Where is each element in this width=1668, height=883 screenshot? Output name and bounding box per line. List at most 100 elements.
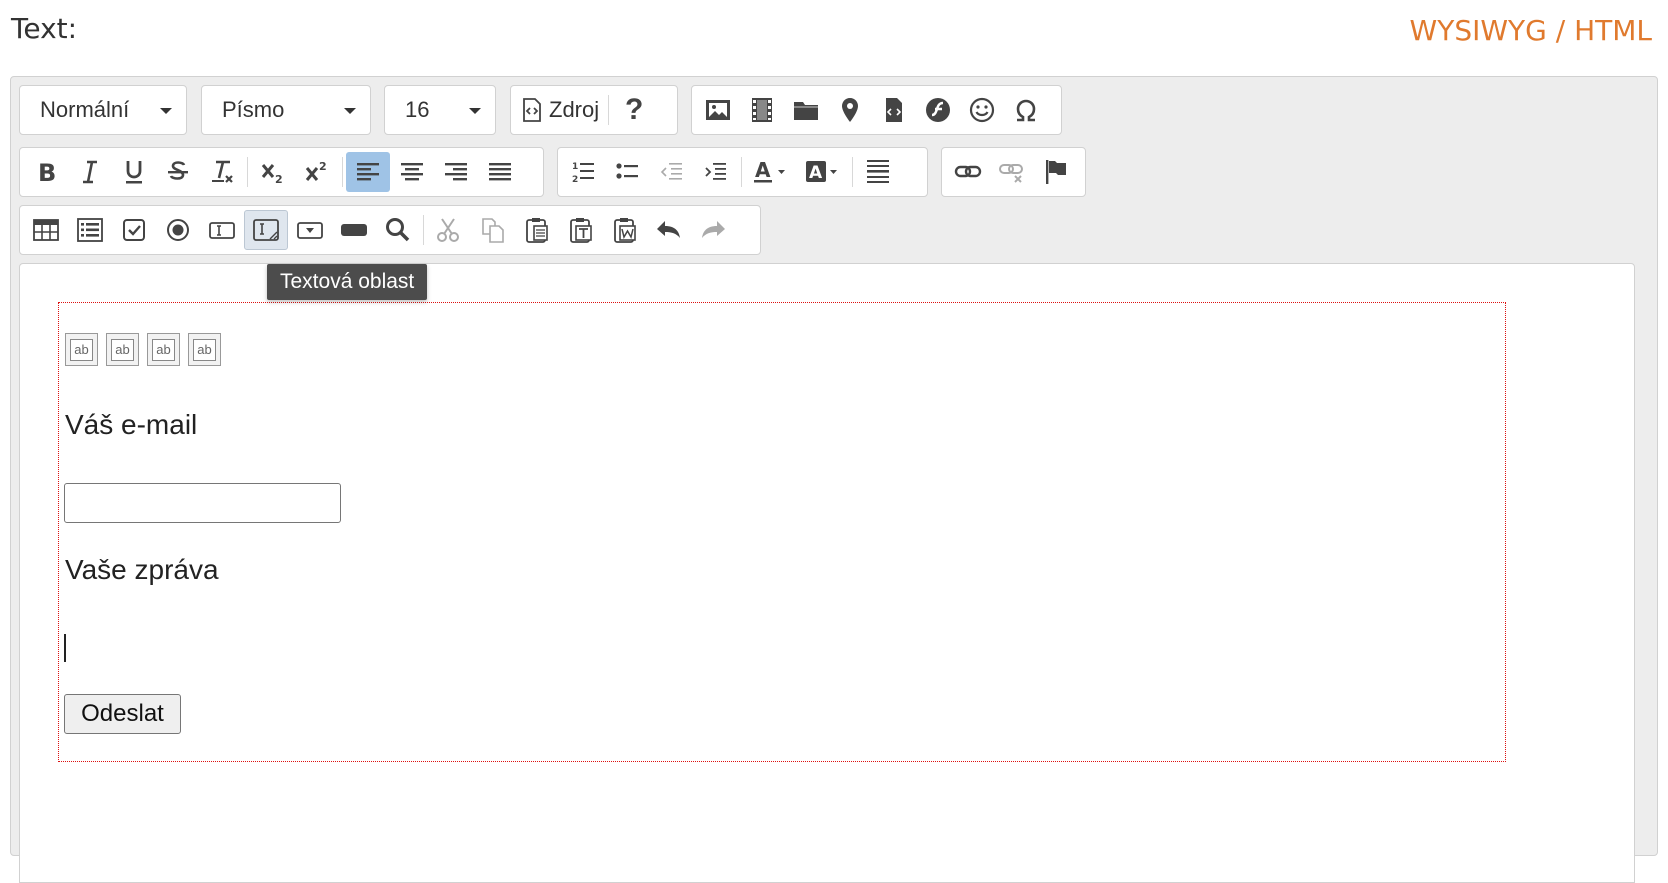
italic-button[interactable] (68, 152, 112, 192)
help-icon: ? (624, 93, 644, 126)
svg-text:A: A (809, 163, 823, 183)
strikethrough-button[interactable] (156, 152, 200, 192)
submit-button[interactable]: Odeslat (64, 694, 181, 734)
toolbar-group-forms (19, 205, 761, 255)
message-label: Vaše zpráva (65, 554, 219, 585)
indent-button[interactable] (694, 152, 738, 192)
undo-button[interactable] (647, 210, 691, 250)
toolbar-group-insert (691, 85, 1062, 135)
help-button[interactable]: ? (612, 90, 656, 130)
clipboard-word-icon (614, 218, 636, 243)
radio-icon (167, 219, 189, 241)
hidden-field-label: ab (193, 338, 216, 361)
bulleted-list-button[interactable] (606, 152, 650, 192)
paste-button[interactable] (515, 210, 559, 250)
superscript-icon: 2 (305, 160, 327, 181)
flash-icon (926, 98, 950, 122)
source-icon (523, 98, 541, 122)
bold-button[interactable]: B (24, 152, 68, 192)
indent-icon (705, 163, 726, 180)
anchor-button[interactable] (1034, 152, 1078, 192)
text-field-button[interactable] (200, 210, 244, 250)
folder-button[interactable] (784, 90, 828, 130)
paste-text-button[interactable] (559, 210, 603, 250)
hidden-field-label: ab (111, 338, 134, 361)
toolbar-separator (247, 157, 248, 187)
form-placeholder[interactable]: ab ab ab ab Váš e-mail Vaše zpráva Odesl… (58, 302, 1506, 762)
strikethrough-icon (168, 161, 188, 180)
text-field-icon (209, 222, 235, 239)
copy-button[interactable] (471, 210, 515, 250)
background-color-button[interactable]: A (797, 152, 849, 192)
hidden-field-icon[interactable]: ab (65, 333, 98, 366)
text-color-button[interactable]: A (745, 152, 797, 192)
field-label: Text: (11, 12, 78, 45)
unlink-button[interactable] (990, 152, 1034, 192)
toolbar-separator (852, 157, 853, 187)
outdent-icon (660, 163, 682, 180)
text-cursor (64, 634, 66, 662)
svg-text:B: B (38, 159, 56, 186)
table-button[interactable] (24, 210, 68, 250)
source-label: Zdroj (549, 97, 600, 122)
button-icon (341, 224, 367, 236)
underline-button[interactable] (112, 152, 156, 192)
hidden-field-label: ab (70, 338, 93, 361)
svg-text:2: 2 (319, 160, 327, 173)
textarea-button[interactable] (244, 210, 288, 250)
redo-button[interactable] (691, 210, 735, 250)
checkbox-button[interactable] (112, 210, 156, 250)
map-button[interactable] (828, 90, 872, 130)
background-color-icon: A (806, 161, 837, 183)
flash-button[interactable] (916, 90, 960, 130)
toolbar-group-source: Zdroj ? (510, 85, 678, 135)
smiley-button[interactable] (960, 90, 1004, 130)
email-field[interactable] (64, 483, 341, 523)
toolbar-group-links (941, 147, 1086, 197)
copy-icon (482, 218, 504, 243)
embed-button[interactable] (872, 90, 916, 130)
svg-text:2: 2 (275, 173, 283, 186)
align-justify-button[interactable] (478, 152, 522, 192)
folder-icon (794, 102, 818, 120)
hidden-field-icon[interactable]: ab (188, 333, 221, 366)
redo-icon (702, 221, 725, 238)
special-char-button[interactable] (1004, 90, 1048, 130)
image-button[interactable] (696, 90, 740, 130)
hidden-field-icon[interactable]: ab (106, 333, 139, 366)
radio-button[interactable] (156, 210, 200, 250)
align-center-button[interactable] (390, 152, 434, 192)
size-combo[interactable]: 16 (384, 85, 496, 135)
cut-button[interactable] (427, 210, 471, 250)
link-button[interactable] (946, 152, 990, 192)
font-combo-value: Písmo (222, 97, 285, 122)
subscript-button[interactable]: 2 (251, 152, 295, 192)
align-center-icon (401, 163, 423, 181)
source-button[interactable]: Zdroj (515, 97, 605, 123)
horizontal-line-icon (867, 160, 889, 183)
wysiwyg-html-toggle[interactable]: WYSIWYG / HTML (1410, 14, 1652, 47)
paste-word-button[interactable] (603, 210, 647, 250)
email-label: Váš e-mail (65, 409, 198, 440)
remove-format-button[interactable] (200, 152, 244, 192)
select-button[interactable] (288, 210, 332, 250)
numbered-list-button[interactable]: 12 (562, 152, 606, 192)
hidden-field-icon[interactable]: ab (147, 333, 180, 366)
checkbox-icon (123, 219, 145, 241)
chevron-down-icon (344, 108, 356, 114)
align-right-button[interactable] (434, 152, 478, 192)
video-button[interactable] (740, 90, 784, 130)
find-button[interactable] (376, 210, 420, 250)
horizontal-line-button[interactable] (856, 152, 900, 192)
editor-content[interactable]: ab ab ab ab Váš e-mail Vaše zpráva Odesl… (19, 263, 1635, 883)
film-icon (752, 98, 772, 122)
clipboard-icon (526, 218, 548, 243)
format-combo[interactable]: Normální (19, 85, 187, 135)
align-left-button[interactable] (346, 152, 390, 192)
font-combo[interactable]: Písmo (201, 85, 371, 135)
button-insert-button[interactable] (332, 210, 376, 250)
form-button[interactable] (68, 210, 112, 250)
superscript-button[interactable]: 2 (295, 152, 339, 192)
outdent-button[interactable] (650, 152, 694, 192)
select-icon (297, 222, 323, 239)
